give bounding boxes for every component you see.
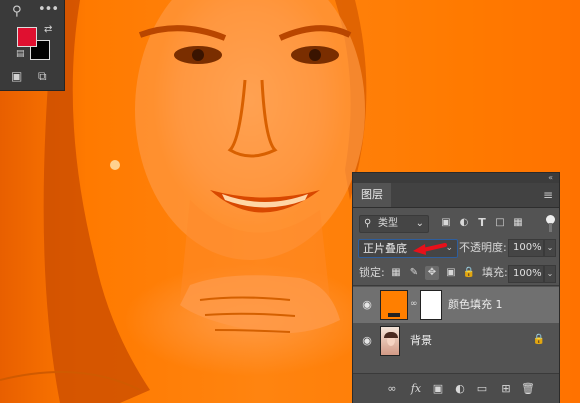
quick-mask-icon[interactable]: ▣ xyxy=(11,70,22,82)
delete-layer-trash-icon[interactable]: 🗑 xyxy=(521,382,535,396)
tools-panel: ⚲ ••• ⇄ ▤ ▣ ⧉ xyxy=(0,0,65,91)
fill-layer-thumbnail[interactable] xyxy=(380,290,408,320)
pixel-filter-icon[interactable]: ▣ xyxy=(439,216,453,230)
search-icon: ⚲ xyxy=(364,218,372,229)
type-filter-icon[interactable]: T xyxy=(475,216,489,230)
swap-colors-icon[interactable]: ⇄ xyxy=(44,25,52,35)
lock-brush-icon[interactable]: ✎ xyxy=(407,266,421,280)
shape-filter-icon[interactable]: □ xyxy=(493,216,507,230)
red-arrow-annotation xyxy=(413,243,447,255)
layer-name: 背景 xyxy=(410,334,432,347)
opacity-label: 不透明度: xyxy=(459,241,507,254)
new-group-folder-icon[interactable]: ▭ xyxy=(475,382,489,396)
lock-position-icon[interactable]: ✥ xyxy=(425,266,439,280)
opacity-dropdown-icon[interactable]: ⌄ xyxy=(544,239,556,257)
filter-toggle[interactable] xyxy=(546,215,555,232)
default-colors-icon[interactable]: ▤ xyxy=(16,50,25,59)
more-tools-icon[interactable]: ••• xyxy=(38,3,59,16)
screen-mode-icon[interactable]: ⧉ xyxy=(38,70,47,82)
lock-label: 锁定: xyxy=(359,266,385,279)
blend-mode-value: 正片叠底 xyxy=(363,242,407,255)
smart-object-filter-icon[interactable]: ▦ xyxy=(511,216,525,230)
zoom-tool-icon[interactable]: ⚲ xyxy=(12,5,22,18)
chevron-down-icon: ⌄ xyxy=(415,218,424,229)
lock-all-icon[interactable]: 🔒 xyxy=(462,266,476,280)
visibility-eye-icon[interactable]: ◉ xyxy=(360,298,374,312)
layer-style-fx-icon[interactable]: fx xyxy=(409,382,423,396)
collapse-panel-icon[interactable]: « xyxy=(548,173,553,182)
background-layer-thumbnail[interactable] xyxy=(380,326,400,356)
layer-mask-thumbnail[interactable] xyxy=(420,290,442,320)
layer-name: 颜色填充 1 xyxy=(448,298,503,311)
layer-filter-row: ⚲ 类型 ⌄ ▣ ◐ T □ ▦ xyxy=(353,213,559,235)
panel-title-strip: « xyxy=(353,173,559,183)
fill-input[interactable]: 100% xyxy=(508,265,544,283)
opacity-input[interactable]: 100% xyxy=(508,239,544,257)
visibility-eye-icon[interactable]: ◉ xyxy=(360,334,374,348)
link-layers-icon[interactable]: ∞ xyxy=(385,382,399,396)
fill-label: 填充: xyxy=(482,266,508,279)
lock-transparent-icon[interactable]: ▦ xyxy=(389,266,403,280)
filter-kind-label: 类型 xyxy=(378,218,398,229)
lock-artboard-icon[interactable]: ▣ xyxy=(444,266,458,280)
layer-lock-icon: 🔒 xyxy=(532,334,545,345)
panel-menu-icon[interactable]: ≡ xyxy=(543,188,553,202)
blend-row: 正片叠底 ⌄ 不透明度: 100% ⌄ xyxy=(353,238,559,260)
new-layer-icon[interactable]: ⊞ xyxy=(499,382,513,396)
adjustment-filter-icon[interactable]: ◐ xyxy=(457,216,471,230)
layers-panel: « 图层 ≡ ⚲ 类型 ⌄ ▣ ◐ T □ ▦ 正片叠底 ⌄ 不透明度: 100… xyxy=(352,172,560,403)
layer-row-color-fill[interactable]: ◉ ∞ 颜色填充 1 xyxy=(353,287,559,323)
new-adjustment-layer-icon[interactable]: ◐ xyxy=(453,382,467,396)
lock-row: 锁定: ▦ ✎ ✥ ▣ 🔒 填充: 100% ⌄ xyxy=(353,263,559,285)
layer-row-background[interactable]: ◉ 背景 🔒 xyxy=(353,323,559,359)
divider xyxy=(353,285,559,286)
fill-dropdown-icon[interactable]: ⌄ xyxy=(544,265,556,283)
layers-bottom-bar: ∞ fx ▣ ◐ ▭ ⊞ 🗑 xyxy=(353,373,559,403)
tab-layers[interactable]: 图层 xyxy=(353,183,391,207)
add-mask-icon[interactable]: ▣ xyxy=(431,382,445,396)
filter-kind-select[interactable]: ⚲ 类型 ⌄ xyxy=(359,215,429,233)
foreground-color-swatch[interactable] xyxy=(17,27,37,47)
panel-tab-row: 图层 ≡ xyxy=(353,183,559,208)
link-icon[interactable]: ∞ xyxy=(410,299,418,309)
